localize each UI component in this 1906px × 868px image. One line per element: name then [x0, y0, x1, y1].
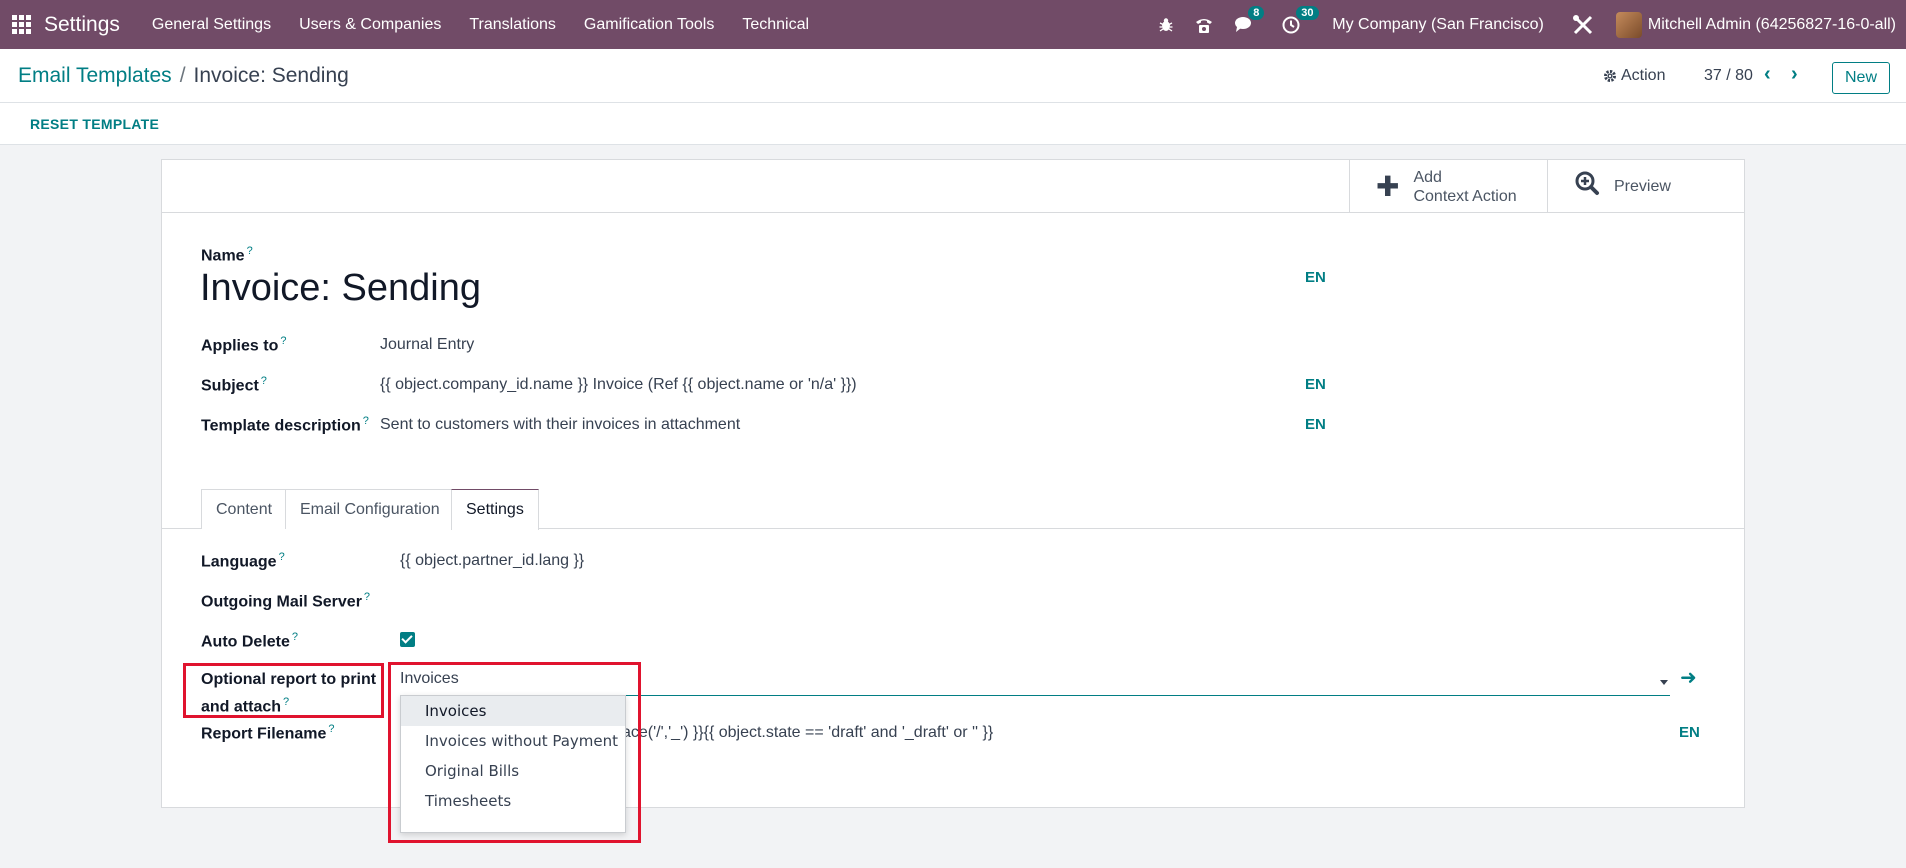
control-panel: Email Templates / Invoice: Sending Action … [0, 49, 1906, 103]
help-icon[interactable]: ? [364, 591, 370, 603]
reset-template-button[interactable]: RESET TEMPLATE [30, 116, 159, 132]
optional-report-value: Invoices [400, 670, 459, 687]
debug-bug-icon[interactable] [1158, 17, 1174, 33]
phone-icon[interactable] [1194, 16, 1214, 34]
form-sheet: ✚ Add Context Action Preview Name? Invoi… [161, 159, 1745, 808]
subject-label: Subject? [201, 375, 267, 395]
menu-technical[interactable]: Technical [728, 16, 823, 34]
subject-field[interactable]: {{ object.company_id.name }} Invoice (Re… [380, 376, 857, 394]
tab-content[interactable]: Content [201, 489, 288, 529]
new-record-button[interactable]: New [1832, 62, 1890, 94]
optional-report-select[interactable]: Invoices [400, 670, 1670, 696]
chat-icon[interactable]: 8 [1234, 6, 1265, 33]
navbar-systray: 8 30 My Company (San Francisco) Mitchell… [1148, 0, 1906, 49]
menu-gamification-tools[interactable]: Gamification Tools [570, 16, 728, 34]
apps-menu-icon[interactable] [12, 14, 32, 35]
help-icon[interactable]: ? [363, 415, 369, 427]
form-statusbar: RESET TEMPLATE [0, 103, 1906, 145]
report-filename-field[interactable]: ace('/','_') }}{{ object.state == 'draft… [622, 724, 993, 742]
plus-icon: ✚ [1376, 171, 1400, 202]
breadcrumb: Email Templates / Invoice: Sending [18, 64, 349, 88]
auto-delete-checkbox[interactable] [400, 632, 415, 647]
company-switcher[interactable]: My Company (San Francisco) [1332, 16, 1544, 34]
user-avatar [1615, 11, 1642, 38]
help-icon[interactable]: ? [247, 245, 253, 257]
description-translate-button[interactable]: EN [1305, 416, 1326, 433]
language-field[interactable]: {{ object.partner_id.lang }} [400, 552, 584, 570]
caret-down-icon[interactable] [1660, 680, 1668, 685]
gear-icon [1604, 70, 1616, 82]
action-menu-button[interactable]: Action [1603, 67, 1665, 85]
magnifier-plus-icon [1574, 170, 1600, 203]
dropdown-option-invoices[interactable]: Invoices [401, 696, 625, 726]
dropdown-option-original-bills[interactable]: Original Bills [401, 756, 625, 786]
user-name: Mitchell Admin (64256827-16-0-all) [1647, 15, 1896, 33]
action-label: Action [1621, 67, 1666, 84]
filename-translate-button[interactable]: EN [1679, 724, 1700, 741]
tab-settings[interactable]: Settings [451, 489, 539, 530]
top-navbar: Settings General Settings Users & Compan… [0, 0, 1906, 49]
template-description-label: Template description? [201, 415, 369, 435]
help-icon[interactable]: ? [328, 723, 334, 735]
subject-translate-button[interactable]: EN [1305, 376, 1326, 393]
breadcrumb-current: Invoice: Sending [193, 64, 349, 87]
menu-users-companies[interactable]: Users & Companies [285, 16, 455, 34]
pager-next-chevron-icon[interactable]: › [1791, 63, 1798, 86]
optional-report-label: Optional report to print and attach? [201, 671, 377, 716]
applies-to-field[interactable]: Journal Entry [380, 336, 474, 354]
pager-previous-chevron-icon[interactable]: ‹ [1764, 63, 1771, 86]
add-context-line1: Add [1413, 168, 1442, 186]
chat-badge: 8 [1248, 6, 1265, 20]
menu-translations[interactable]: Translations [455, 16, 570, 34]
name-label: Name? [201, 245, 253, 265]
activity-clock-icon[interactable]: 30 [1282, 5, 1319, 34]
template-description-field[interactable]: Sent to customers with their invoices in… [380, 416, 740, 434]
main-menu: General Settings Users & Companies Trans… [138, 16, 823, 34]
pager-value[interactable]: 37 / 80 [1704, 67, 1753, 85]
smart-button-box: ✚ Add Context Action Preview [162, 160, 1744, 213]
report-filename-label: Report Filename? [201, 723, 335, 743]
language-label: Language? [201, 551, 285, 571]
outgoing-mail-server-label: Outgoing Mail Server? [201, 591, 371, 611]
add-context-line2: Context Action [1413, 187, 1517, 205]
applies-to-label: Applies to? [201, 335, 287, 355]
dropdown-option-invoices-without-payment[interactable]: Invoices without Payment [401, 726, 625, 756]
template-name-field[interactable]: Invoice: Sending [200, 267, 481, 310]
help-icon[interactable]: ? [292, 631, 298, 643]
auto-delete-label: Auto Delete? [201, 631, 299, 651]
help-icon[interactable]: ? [279, 551, 285, 563]
external-link-arrow-icon[interactable]: ➜ [1680, 665, 1697, 690]
report-options-dropdown: Invoices Invoices without Payment Origin… [400, 695, 626, 833]
breadcrumb-separator: / [179, 64, 186, 87]
tools-icon[interactable] [1572, 14, 1594, 36]
activity-badge: 30 [1296, 5, 1319, 20]
help-icon[interactable]: ? [283, 696, 289, 708]
dropdown-option-timesheets[interactable]: Timesheets [401, 786, 625, 816]
notebook-tabs: Content Email Configuration Settings [162, 489, 1744, 530]
app-name[interactable]: Settings [44, 13, 120, 37]
help-icon[interactable]: ? [261, 375, 267, 387]
tab-email-configuration[interactable]: Email Configuration [285, 489, 455, 529]
help-icon[interactable]: ? [280, 335, 286, 347]
name-translate-button[interactable]: EN [1305, 269, 1326, 286]
user-menu[interactable]: Mitchell Admin (64256827-16-0-all) [1615, 11, 1906, 38]
preview-label: Preview [1614, 178, 1671, 195]
preview-button[interactable]: Preview [1547, 160, 1744, 213]
menu-general-settings[interactable]: General Settings [138, 16, 285, 34]
breadcrumb-email-templates[interactable]: Email Templates [18, 64, 172, 87]
add-context-action-button[interactable]: ✚ Add Context Action [1349, 160, 1547, 213]
